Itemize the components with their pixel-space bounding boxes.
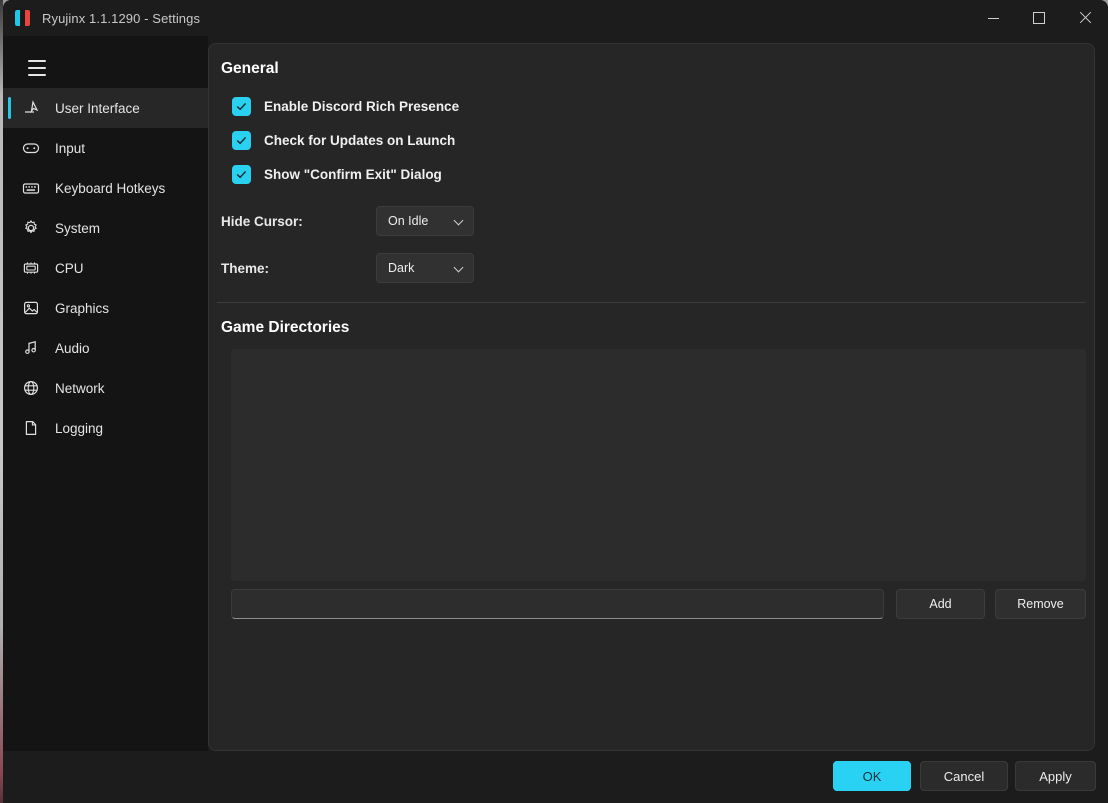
confirm-exit-row[interactable]: Show "Confirm Exit" Dialog <box>232 165 442 184</box>
sidebar: User Interface Input <box>3 36 208 803</box>
hamburger-icon-line <box>28 60 46 62</box>
sidebar-item-keyboard-hotkeys[interactable]: Keyboard Hotkeys <box>3 168 208 208</box>
hide-cursor-row: Hide Cursor: On Idle <box>221 206 474 236</box>
sidebar-item-label: Input <box>55 141 85 156</box>
maximize-button[interactable] <box>1016 0 1062 36</box>
add-directory-button[interactable]: Add <box>896 589 985 619</box>
menu-toggle-button[interactable] <box>19 52 55 84</box>
theme-dropdown[interactable]: Dark <box>376 253 474 283</box>
discord-rich-presence-label: Enable Discord Rich Presence <box>264 99 459 114</box>
gamepad-icon <box>20 137 42 159</box>
title-bar: Ryujinx 1.1.1290 - Settings <box>3 0 1108 36</box>
apply-button[interactable]: Apply <box>1015 761 1096 791</box>
sidebar-item-label: Network <box>55 381 105 396</box>
sidebar-nav: User Interface Input <box>3 88 208 448</box>
document-icon <box>20 417 42 439</box>
check-icon <box>235 168 248 181</box>
sidebar-item-label: Graphics <box>55 301 109 316</box>
theme-row: Theme: Dark <box>221 253 474 283</box>
sidebar-item-label: CPU <box>55 261 84 276</box>
check-updates-checkbox[interactable] <box>232 131 251 150</box>
maximize-icon <box>1033 12 1045 24</box>
image-icon <box>20 297 42 319</box>
dialog-footer: OK Cancel Apply <box>3 751 1108 803</box>
game-directory-path-input[interactable] <box>231 589 884 619</box>
close-icon <box>1079 12 1091 24</box>
hamburger-icon-line <box>28 74 46 76</box>
discord-rich-presence-checkbox[interactable] <box>232 97 251 116</box>
gear-icon <box>20 217 42 239</box>
hide-cursor-value: On Idle <box>388 214 428 228</box>
ok-button[interactable]: OK <box>833 761 911 791</box>
check-icon <box>235 100 248 113</box>
sidebar-item-input[interactable]: Input <box>3 128 208 168</box>
check-updates-row[interactable]: Check for Updates on Launch <box>232 131 455 150</box>
sidebar-item-cpu[interactable]: CPU <box>3 248 208 288</box>
window-controls <box>970 0 1108 36</box>
sidebar-item-label: Logging <box>55 421 103 436</box>
sidebar-item-logging[interactable]: Logging <box>3 408 208 448</box>
hamburger-icon-line <box>28 67 46 69</box>
hide-cursor-dropdown[interactable]: On Idle <box>376 206 474 236</box>
sidebar-item-user-interface[interactable]: User Interface <box>3 88 208 128</box>
cursor-icon <box>20 97 42 119</box>
minimize-button[interactable] <box>970 0 1016 36</box>
chevron-down-icon <box>455 264 464 273</box>
theme-value: Dark <box>388 261 414 275</box>
general-section-title: General <box>221 60 279 78</box>
game-directories-list[interactable] <box>231 349 1086 581</box>
game-directories-title: Game Directories <box>221 319 349 337</box>
sidebar-item-label: Audio <box>55 341 90 356</box>
cancel-button[interactable]: Cancel <box>920 761 1008 791</box>
confirm-exit-label: Show "Confirm Exit" Dialog <box>264 167 442 182</box>
close-button[interactable] <box>1062 0 1108 36</box>
music-note-icon <box>20 337 42 359</box>
sidebar-item-system[interactable]: System <box>3 208 208 248</box>
sidebar-item-network[interactable]: Network <box>3 368 208 408</box>
theme-label: Theme: <box>221 261 376 276</box>
sidebar-item-graphics[interactable]: Graphics <box>3 288 208 328</box>
check-icon <box>235 134 248 147</box>
window-title: Ryujinx 1.1.1290 - Settings <box>42 11 200 26</box>
chip-icon <box>20 257 42 279</box>
check-updates-label: Check for Updates on Launch <box>264 133 455 148</box>
switch-logo-icon <box>15 10 31 26</box>
sidebar-item-label: Keyboard Hotkeys <box>55 181 165 196</box>
sidebar-item-label: System <box>55 221 100 236</box>
discord-rich-presence-row[interactable]: Enable Discord Rich Presence <box>232 97 459 116</box>
keyboard-icon <box>20 177 42 199</box>
sidebar-item-audio[interactable]: Audio <box>3 328 208 368</box>
settings-window: Ryujinx 1.1.1290 - Settings <box>3 0 1108 803</box>
section-divider <box>217 302 1086 303</box>
settings-window-screen: Ryujinx 1.1.1290 - Settings <box>0 0 1108 803</box>
hide-cursor-label: Hide Cursor: <box>221 214 376 229</box>
confirm-exit-checkbox[interactable] <box>232 165 251 184</box>
minimize-icon <box>988 18 999 19</box>
remove-directory-button[interactable]: Remove <box>995 589 1086 619</box>
sidebar-item-label: User Interface <box>55 101 140 116</box>
settings-content-panel: General Enable Discord Rich Presence Che… <box>208 43 1095 751</box>
globe-icon <box>20 377 42 399</box>
chevron-down-icon <box>455 217 464 226</box>
